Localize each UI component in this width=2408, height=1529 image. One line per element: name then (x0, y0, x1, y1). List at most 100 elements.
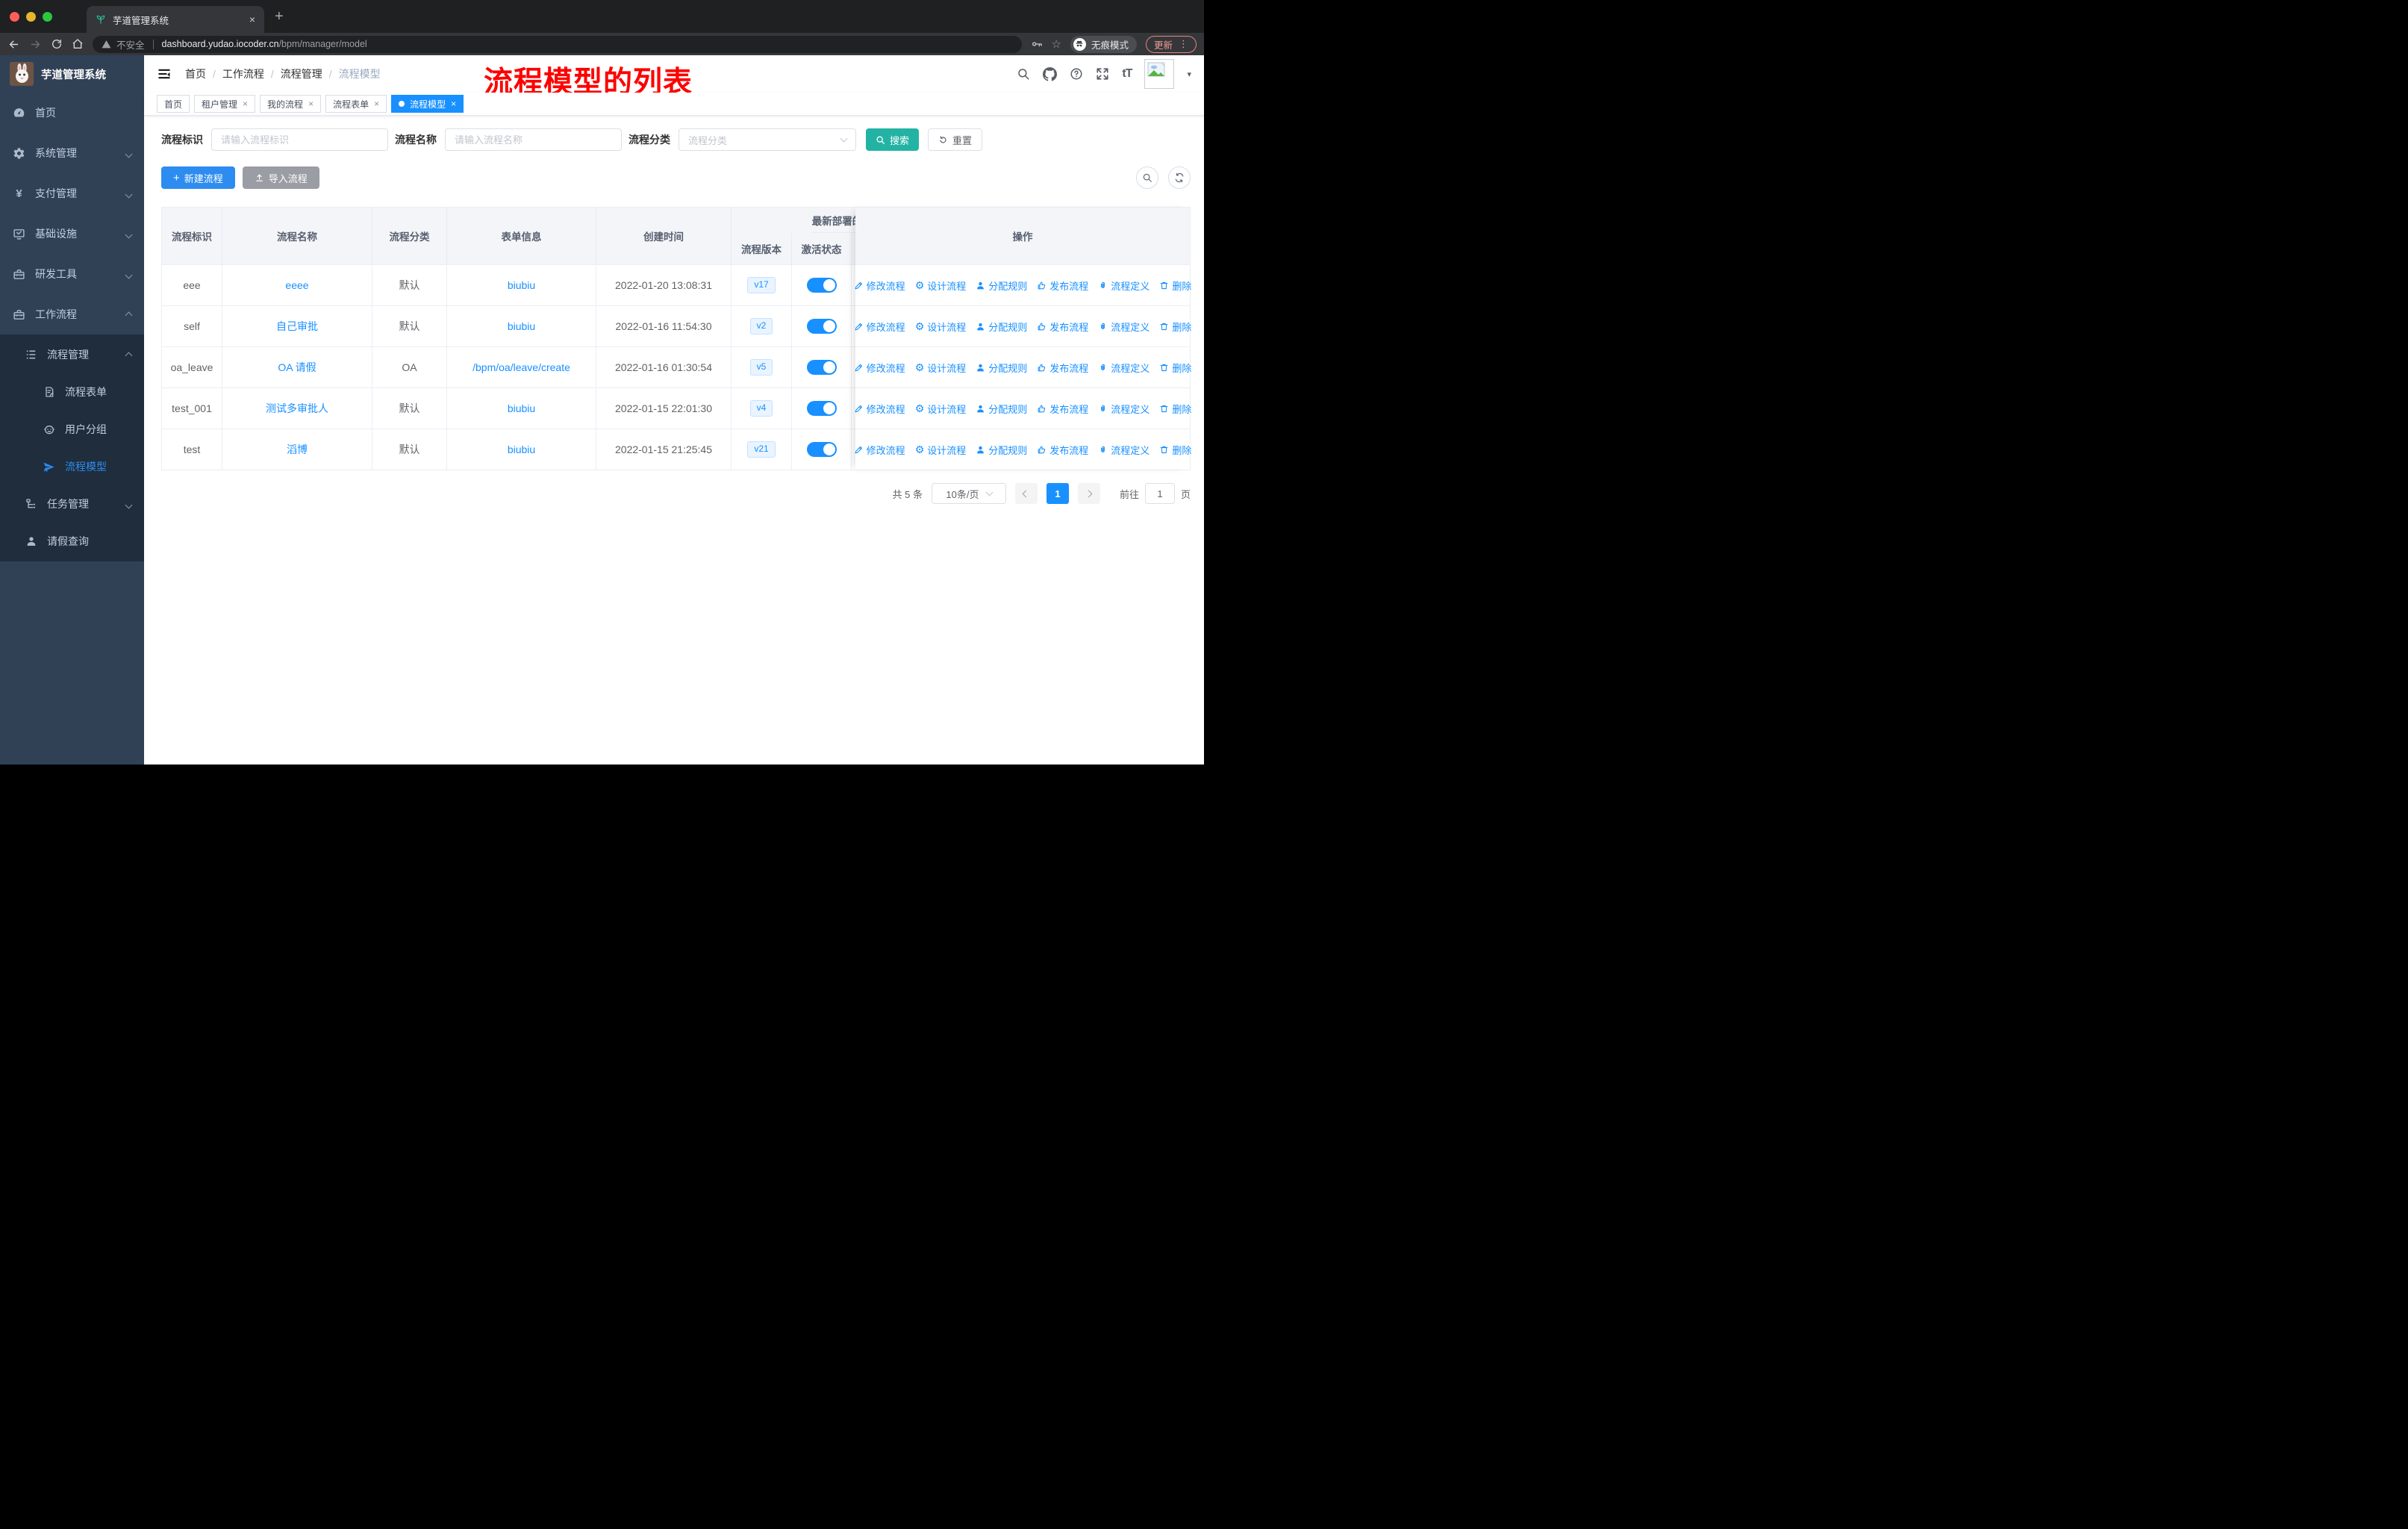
help-icon[interactable] (1070, 67, 1083, 81)
action-design-link[interactable]: ⚙ 设计流程 (915, 402, 967, 416)
current-page-button[interactable]: 1 (1046, 483, 1069, 504)
action-delete-link[interactable]: 删除 (1159, 320, 1191, 334)
process-name-link[interactable]: 滔博 (287, 442, 308, 457)
action-definition-link[interactable]: 流程定义 (1098, 361, 1150, 375)
sidebar-item-process-model[interactable]: 流程模型 (0, 448, 144, 485)
active-toggle[interactable] (806, 442, 837, 457)
tag-process-model[interactable]: 流程模型 × (391, 95, 464, 113)
active-toggle[interactable] (806, 360, 837, 375)
sidebar-collapse-icon[interactable] (157, 66, 172, 81)
avatar-caret-icon[interactable]: ▾ (1187, 69, 1191, 79)
action-modify-link[interactable]: 修改流程 (854, 278, 905, 293)
action-deploy-link[interactable]: 发布流程 (1037, 361, 1088, 375)
new-tab-button[interactable]: + (275, 8, 284, 25)
action-delete-link[interactable]: 删除 (1159, 278, 1191, 293)
action-design-link[interactable]: ⚙ 设计流程 (915, 278, 967, 293)
sidebar-item-leave-query[interactable]: 请假查询 (0, 523, 144, 560)
github-icon[interactable] (1043, 66, 1058, 81)
sidebar-item-task-mgmt[interactable]: 任务管理 (0, 485, 144, 523)
sidebar-item-process-mgmt[interactable]: 流程管理 (0, 336, 144, 373)
action-assign-rule-link[interactable]: 分配规则 (976, 402, 1027, 416)
browser-update-button[interactable]: 更新 ⋮ (1145, 35, 1197, 53)
sidebar-item-devtools[interactable]: 研发工具 (0, 254, 144, 294)
version-badge[interactable]: v2 (749, 318, 773, 334)
category-select[interactable]: 流程分类 (679, 128, 856, 151)
action-assign-rule-link[interactable]: 分配规则 (976, 320, 1027, 334)
sidebar-item-user-group[interactable]: 用户分组 (0, 411, 144, 448)
sidebar-item-payment[interactable]: ¥ 支付管理 (0, 173, 144, 214)
tag-home[interactable]: 首页 (157, 95, 190, 113)
action-definition-link[interactable]: 流程定义 (1098, 278, 1150, 293)
form-info-link[interactable]: biubiu (508, 320, 535, 332)
form-info-link[interactable]: /bpm/oa/leave/create (472, 361, 570, 373)
action-delete-link[interactable]: 删除 (1159, 443, 1191, 457)
version-badge[interactable]: v5 (749, 359, 773, 376)
version-badge[interactable]: v21 (747, 441, 776, 458)
active-toggle[interactable] (806, 401, 837, 416)
form-info-link[interactable]: biubiu (508, 402, 535, 414)
tag-my-process[interactable]: 我的流程 × (260, 95, 322, 113)
close-window-button[interactable] (10, 11, 19, 22)
action-modify-link[interactable]: 修改流程 (854, 402, 905, 416)
refresh-icon[interactable] (1168, 166, 1191, 189)
action-deploy-link[interactable]: 发布流程 (1037, 402, 1088, 416)
reload-icon[interactable] (51, 38, 63, 50)
search-button[interactable]: 搜索 (866, 128, 920, 151)
process-name-link[interactable]: OA 请假 (278, 360, 316, 375)
tag-tenant[interactable]: 租户管理 × (194, 95, 256, 113)
action-definition-link[interactable]: 流程定义 (1098, 402, 1150, 416)
back-icon[interactable] (7, 38, 20, 51)
sidebar-item-home[interactable]: 首页 (0, 93, 144, 133)
action-deploy-link[interactable]: 发布流程 (1037, 278, 1088, 293)
action-design-link[interactable]: ⚙ 设计流程 (915, 320, 967, 334)
version-badge[interactable]: v4 (749, 400, 773, 417)
avatar[interactable] (1144, 59, 1175, 89)
active-toggle[interactable] (806, 278, 837, 293)
action-deploy-link[interactable]: 发布流程 (1037, 443, 1088, 457)
sidebar-item-process-form[interactable]: 流程表单 (0, 373, 144, 411)
action-assign-rule-link[interactable]: 分配规则 (976, 278, 1027, 293)
process-name-link[interactable]: 自己审批 (276, 319, 318, 334)
key-icon[interactable] (1031, 38, 1043, 50)
tag-process-form[interactable]: 流程表单 × (325, 95, 387, 113)
tag-close-icon[interactable]: × (451, 99, 456, 109)
sidebar-item-system[interactable]: 系统管理 (0, 133, 144, 173)
reset-button[interactable]: 重置 (928, 128, 983, 151)
action-modify-link[interactable]: 修改流程 (854, 320, 905, 334)
bookmark-star-icon[interactable]: ☆ (1052, 37, 1061, 51)
active-toggle[interactable] (806, 319, 837, 334)
search-icon[interactable] (1017, 67, 1030, 81)
action-deploy-link[interactable]: 发布流程 (1037, 320, 1088, 334)
action-modify-link[interactable]: 修改流程 (854, 443, 905, 457)
action-definition-link[interactable]: 流程定义 (1098, 320, 1150, 334)
browser-menu-icon[interactable]: ⋮ (1179, 38, 1188, 50)
action-design-link[interactable]: ⚙ 设计流程 (915, 361, 967, 375)
tag-close-icon[interactable]: × (374, 99, 379, 109)
tab-close-icon[interactable]: × (249, 14, 255, 25)
tag-close-icon[interactable]: × (308, 99, 314, 109)
action-assign-rule-link[interactable]: 分配规则 (976, 361, 1027, 375)
sidebar-item-workflow[interactable]: 工作流程 (0, 294, 144, 334)
process-name-link[interactable]: eeee (285, 279, 308, 291)
process-name-link[interactable]: 测试多审批人 (266, 401, 328, 416)
action-modify-link[interactable]: 修改流程 (854, 361, 905, 375)
minimize-window-button[interactable] (26, 11, 36, 22)
forward-icon[interactable] (29, 38, 42, 51)
fullscreen-icon[interactable] (1096, 67, 1109, 81)
url-bar[interactable]: 不安全 dashboard.yudao.iocoder.cn/bpm/manag… (93, 35, 1022, 53)
breadcrumb-process-mgmt[interactable]: 流程管理 (281, 66, 322, 81)
process-name-input[interactable] (445, 128, 622, 151)
action-delete-link[interactable]: 删除 (1159, 361, 1191, 375)
import-process-button[interactable]: 导入流程 (242, 166, 319, 189)
form-info-link[interactable]: biubiu (508, 443, 535, 455)
zoom-window-button[interactable] (43, 11, 52, 22)
breadcrumb-workflow[interactable]: 工作流程 (222, 66, 264, 81)
home-icon[interactable] (72, 38, 84, 50)
create-process-button[interactable]: + 新建流程 (161, 166, 235, 189)
goto-page-input[interactable] (1144, 483, 1175, 504)
tag-close-icon[interactable]: × (243, 99, 248, 109)
version-badge[interactable]: v17 (747, 277, 776, 293)
action-definition-link[interactable]: 流程定义 (1098, 443, 1150, 457)
action-delete-link[interactable]: 删除 (1159, 402, 1191, 416)
page-size-select[interactable]: 10条/页 (931, 483, 1006, 504)
